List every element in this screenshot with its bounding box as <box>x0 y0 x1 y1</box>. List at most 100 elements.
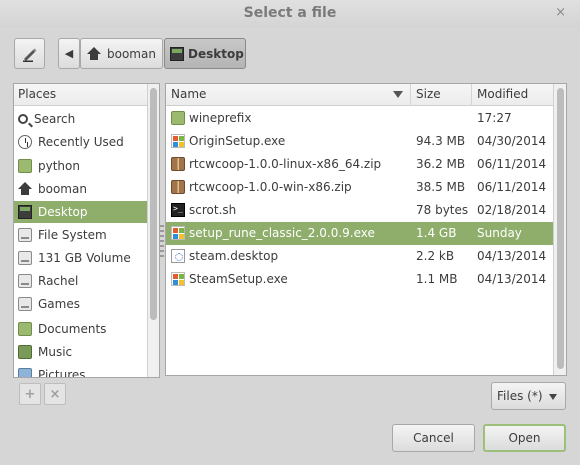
cancel-label: Cancel <box>413 431 454 445</box>
file-list-header: Name Size Modified <box>166 84 566 106</box>
file-name: wineprefix <box>189 111 252 125</box>
sidebar-item-music[interactable]: Music <box>14 341 148 363</box>
column-header-name[interactable]: Name <box>166 84 411 106</box>
file-list-scrollbar[interactable] <box>553 84 566 375</box>
file-row-rtcwcoop-win[interactable]: rtcwcoop-1.0.0-win-x86.zip 38.5 MB 06/11… <box>166 176 553 199</box>
column-modified-label: Modified <box>477 87 529 101</box>
sidebar-item-recently-used[interactable]: Recently Used <box>14 131 148 153</box>
file-filter-value: Files (*) <box>497 389 543 403</box>
sidebar-item-label: Music <box>38 345 73 359</box>
file-row-rtcwcoop-linux[interactable]: rtcwcoop-1.0.0-linux-x86_64.zip 36.2 MB … <box>166 153 553 176</box>
sidebar-item-python[interactable]: python <box>14 155 148 177</box>
file-row-originsetup[interactable]: OriginSetup.exe 94.3 MB 04/30/2014 <box>166 130 553 153</box>
pictures-folder-icon <box>18 368 32 377</box>
sidebar-item-label: 131 GB Volume <box>38 251 131 265</box>
file-row-steam-desktop[interactable]: steam.desktop 2.2 kB 04/13/2014 <box>166 245 553 268</box>
documents-folder-icon <box>18 322 32 336</box>
file-size: 78 bytes <box>416 203 469 217</box>
cancel-button[interactable]: Cancel <box>392 424 475 452</box>
desktop-folder-icon <box>170 46 184 61</box>
path-back-button[interactable]: ◀ <box>58 38 80 69</box>
dialog-title: Select a file <box>243 5 337 21</box>
exe-icon <box>171 272 185 286</box>
folder-icon <box>171 111 185 125</box>
column-name-label: Name <box>171 87 207 101</box>
sidebar-item-desktop[interactable]: Desktop <box>14 201 148 223</box>
dropdown-arrow-icon <box>549 394 557 400</box>
pencil-icon <box>22 48 36 62</box>
recent-icon <box>18 135 32 149</box>
exe-icon <box>171 226 185 240</box>
file-size: 94.3 MB <box>416 134 466 148</box>
remove-icon: × <box>49 386 61 402</box>
exe-icon <box>171 134 185 148</box>
pane-splitter-handle[interactable] <box>160 225 164 257</box>
desktop-icon <box>18 205 32 219</box>
sidebar-item-label: File System <box>38 228 107 242</box>
file-filter-dropdown[interactable]: Files (*) <box>491 382 566 410</box>
remove-bookmark-button[interactable]: × <box>44 383 66 405</box>
sidebar-item-131gb-volume[interactable]: 131 GB Volume <box>14 247 148 269</box>
file-modified: 04/13/2014 <box>477 249 547 263</box>
file-modified: 04/30/2014 <box>477 134 547 148</box>
sidebar-scrollbar[interactable] <box>147 84 159 377</box>
title-bar: Select a file × <box>0 0 580 28</box>
music-folder-icon <box>18 345 32 359</box>
plus-icon: + <box>24 386 36 402</box>
add-bookmark-button[interactable]: + <box>19 383 41 405</box>
sidebar-item-rachel[interactable]: Rachel <box>14 270 148 292</box>
column-header-modified[interactable]: Modified <box>472 84 553 106</box>
drive-icon <box>18 297 32 311</box>
file-name: rtcwcoop-1.0.0-linux-x86_64.zip <box>189 157 382 171</box>
file-modified: 06/11/2014 <box>477 157 547 171</box>
sidebar-item-documents[interactable]: Documents <box>14 318 148 340</box>
drive-icon <box>18 228 32 242</box>
file-row-setup-rune-classic[interactable]: setup_rune_classic_2.0.0.9.exe 1.4 GB Su… <box>166 222 553 245</box>
file-modified: 06/11/2014 <box>477 180 547 194</box>
file-name: steam.desktop <box>189 249 279 263</box>
file-modified: Sunday <box>477 226 522 240</box>
sidebar-item-file-system[interactable]: File System <box>14 224 148 246</box>
path-label: Desktop <box>188 46 244 61</box>
places-header: Places <box>14 84 148 106</box>
sidebar-item-games[interactable]: Games <box>14 293 148 315</box>
open-button[interactable]: Open <box>483 424 566 452</box>
sidebar-scroll-thumb[interactable] <box>150 88 157 320</box>
sidebar-item-booman[interactable]: booman <box>14 178 148 200</box>
file-modified: 04/13/2014 <box>477 272 547 286</box>
column-size-label: Size <box>416 87 441 101</box>
zip-icon <box>171 180 185 194</box>
script-icon <box>171 203 185 217</box>
zip-icon <box>171 157 185 171</box>
file-name: setup_rune_classic_2.0.0.9.exe <box>189 226 375 240</box>
path-button-desktop[interactable]: Desktop <box>164 38 246 69</box>
sidebar-item-label: Pictures <box>38 368 86 378</box>
sidebar-item-label: Rachel <box>38 274 79 288</box>
file-name: rtcwcoop-1.0.0-win-x86.zip <box>189 180 352 194</box>
drive-icon <box>18 274 32 288</box>
file-row-wineprefix[interactable]: wineprefix 17:27 <box>166 107 553 130</box>
path-label: booman <box>107 46 156 61</box>
file-name: scrot.sh <box>189 203 237 217</box>
edit-location-button[interactable] <box>14 38 45 69</box>
file-size: 36.2 MB <box>416 157 466 171</box>
file-list-scroll-thumb[interactable] <box>557 88 564 369</box>
file-row-steamsetup[interactable]: SteamSetup.exe 1.1 MB 04/13/2014 <box>166 268 553 291</box>
file-size: 38.5 MB <box>416 180 466 194</box>
column-header-size[interactable]: Size <box>411 84 472 106</box>
home-icon <box>87 46 101 61</box>
file-row-scrot[interactable]: scrot.sh 78 bytes 02/18/2014 <box>166 199 553 222</box>
sidebar-item-label: Documents <box>38 322 107 336</box>
close-icon[interactable]: × <box>555 5 566 20</box>
sidebar-item-search[interactable]: Search <box>14 108 148 130</box>
sidebar-item-label: python <box>38 159 80 173</box>
path-button-booman[interactable]: booman <box>80 38 163 69</box>
sidebar-item-label: Desktop <box>38 205 88 219</box>
folder-icon <box>18 159 32 173</box>
file-size: 1.1 MB <box>416 272 458 286</box>
file-size: 1.4 GB <box>416 226 457 240</box>
sidebar-item-pictures[interactable]: Pictures <box>14 364 148 378</box>
places-sidebar: Places Search Recently Used python booma… <box>13 83 160 378</box>
sidebar-item-label: Search <box>34 112 76 126</box>
file-name: SteamSetup.exe <box>189 272 288 286</box>
